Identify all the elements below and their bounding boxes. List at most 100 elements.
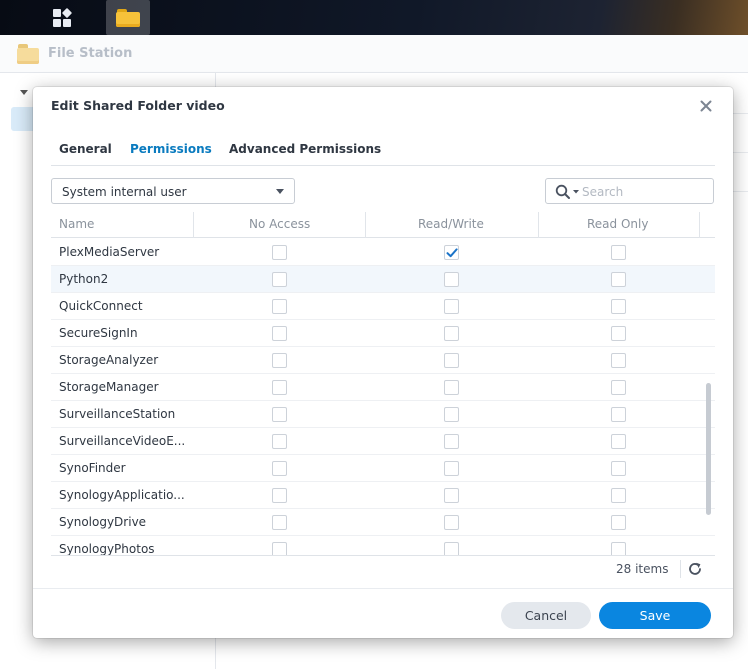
read-only-checkbox[interactable] bbox=[611, 353, 626, 368]
user-name: SurveillanceVideoE... bbox=[59, 434, 186, 448]
table-row[interactable]: SynologyDrive bbox=[51, 509, 715, 536]
user-name: SynologyApplicatio... bbox=[59, 488, 185, 502]
close-icon bbox=[700, 100, 712, 112]
user-name: SynoFinder bbox=[59, 461, 126, 475]
user-name: Python2 bbox=[59, 272, 109, 286]
read-write-checkbox[interactable] bbox=[444, 299, 459, 314]
dialog-tabs: General Permissions Advanced Permissions bbox=[51, 133, 715, 166]
read-only-checkbox[interactable] bbox=[611, 488, 626, 503]
user-name: SynologyDrive bbox=[59, 515, 147, 529]
grid-icon bbox=[53, 7, 73, 27]
user-name: StorageAnalyzer bbox=[59, 353, 159, 367]
cancel-button[interactable]: Cancel bbox=[501, 602, 591, 629]
refresh-icon[interactable] bbox=[687, 561, 703, 577]
file-station-header: File Station bbox=[0, 35, 748, 73]
column-header-name[interactable]: Name bbox=[59, 217, 94, 231]
table-body: PlexMediaServer Python2 QuickConnect Secure… bbox=[51, 239, 715, 555]
column-header-no-access[interactable]: No Access bbox=[249, 217, 310, 231]
table-scrollbar[interactable] bbox=[706, 383, 711, 515]
read-write-checkbox[interactable] bbox=[444, 380, 459, 395]
window-title: File Station bbox=[48, 46, 133, 61]
table-row[interactable]: SurveillanceVideoE... bbox=[51, 428, 715, 455]
read-only-checkbox[interactable] bbox=[611, 407, 626, 422]
read-write-checkbox[interactable] bbox=[444, 272, 459, 287]
chevron-down-icon bbox=[276, 189, 284, 194]
divider bbox=[33, 588, 733, 589]
read-only-checkbox[interactable] bbox=[611, 245, 626, 260]
read-only-checkbox[interactable] bbox=[611, 434, 626, 449]
tab-permissions[interactable]: Permissions bbox=[130, 142, 212, 156]
read-write-checkbox[interactable] bbox=[444, 353, 459, 368]
edit-shared-folder-dialog: Edit Shared Folder video General Permiss… bbox=[33, 87, 733, 638]
tab-general[interactable]: General bbox=[59, 142, 112, 156]
column-header-read-only[interactable]: Read Only bbox=[587, 217, 648, 231]
items-count: 28 items bbox=[616, 562, 669, 576]
user-name: SurveillanceStation bbox=[59, 407, 176, 421]
no-access-checkbox[interactable] bbox=[272, 542, 287, 555]
read-only-checkbox[interactable] bbox=[611, 326, 626, 341]
read-write-checkbox[interactable] bbox=[444, 488, 459, 503]
read-only-checkbox[interactable] bbox=[611, 461, 626, 476]
no-access-checkbox[interactable] bbox=[272, 353, 287, 368]
table-row[interactable]: SynologyPhotos bbox=[51, 536, 715, 555]
dialog-title: Edit Shared Folder video bbox=[51, 98, 225, 113]
table-row[interactable]: QuickConnect bbox=[51, 293, 715, 320]
read-only-checkbox[interactable] bbox=[611, 299, 626, 314]
folder-icon bbox=[116, 8, 140, 27]
table-footer: 28 items bbox=[51, 555, 715, 581]
table-row[interactable]: SecureSignIn bbox=[51, 320, 715, 347]
no-access-checkbox[interactable] bbox=[272, 488, 287, 503]
tree-expand-icon[interactable] bbox=[20, 90, 28, 95]
table-row[interactable]: StorageAnalyzer bbox=[51, 347, 715, 374]
read-write-checkbox[interactable] bbox=[444, 407, 459, 422]
table-row[interactable]: SynologyApplicatio... bbox=[51, 482, 715, 509]
check-icon bbox=[446, 248, 458, 258]
table-row[interactable]: PlexMediaServer bbox=[51, 239, 715, 266]
no-access-checkbox[interactable] bbox=[272, 407, 287, 422]
table-row[interactable]: StorageManager bbox=[51, 374, 715, 401]
read-only-checkbox[interactable] bbox=[611, 272, 626, 287]
save-button[interactable]: Save bbox=[599, 602, 711, 629]
table-row[interactable]: Python2 bbox=[51, 266, 715, 293]
search-icon[interactable] bbox=[555, 184, 581, 200]
taskbar bbox=[0, 0, 748, 35]
table-row[interactable]: SynoFinder bbox=[51, 455, 715, 482]
column-separator bbox=[699, 212, 700, 238]
main-menu-button[interactable] bbox=[40, 0, 84, 35]
user-name: QuickConnect bbox=[59, 299, 143, 313]
read-write-checkbox[interactable] bbox=[444, 461, 459, 476]
folder-icon bbox=[17, 44, 39, 64]
no-access-checkbox[interactable] bbox=[272, 380, 287, 395]
column-header-read-write[interactable]: Read/Write bbox=[418, 217, 484, 231]
no-access-checkbox[interactable] bbox=[272, 245, 287, 260]
read-write-checkbox[interactable] bbox=[444, 245, 459, 260]
no-access-checkbox[interactable] bbox=[272, 272, 287, 287]
read-only-checkbox[interactable] bbox=[611, 380, 626, 395]
read-write-checkbox[interactable] bbox=[444, 542, 459, 555]
read-only-checkbox[interactable] bbox=[611, 542, 626, 555]
read-only-checkbox[interactable] bbox=[611, 515, 626, 530]
permissions-table: Name No Access Read/Write Read Only Plex… bbox=[51, 212, 715, 555]
read-write-checkbox[interactable] bbox=[444, 515, 459, 530]
table-row[interactable]: SurveillanceStation bbox=[51, 401, 715, 428]
user-name: SynologyPhotos bbox=[59, 542, 155, 555]
user-name: SecureSignIn bbox=[59, 326, 138, 340]
tab-advanced-permissions[interactable]: Advanced Permissions bbox=[229, 142, 381, 156]
no-access-checkbox[interactable] bbox=[272, 515, 287, 530]
close-button[interactable] bbox=[696, 96, 716, 116]
no-access-checkbox[interactable] bbox=[272, 461, 287, 476]
user-name: PlexMediaServer bbox=[59, 245, 160, 259]
user-type-select[interactable]: System internal user bbox=[51, 178, 295, 204]
search-input[interactable] bbox=[582, 183, 708, 201]
file-station-taskbar-button[interactable] bbox=[106, 0, 150, 35]
no-access-checkbox[interactable] bbox=[272, 326, 287, 341]
search-box[interactable] bbox=[545, 178, 714, 204]
user-type-select-value: System internal user bbox=[62, 185, 187, 199]
no-access-checkbox[interactable] bbox=[272, 299, 287, 314]
read-write-checkbox[interactable] bbox=[444, 434, 459, 449]
no-access-checkbox[interactable] bbox=[272, 434, 287, 449]
read-write-checkbox[interactable] bbox=[444, 326, 459, 341]
column-separator bbox=[538, 212, 539, 238]
user-name: StorageManager bbox=[59, 380, 159, 394]
table-header: Name No Access Read/Write Read Only bbox=[51, 212, 715, 238]
